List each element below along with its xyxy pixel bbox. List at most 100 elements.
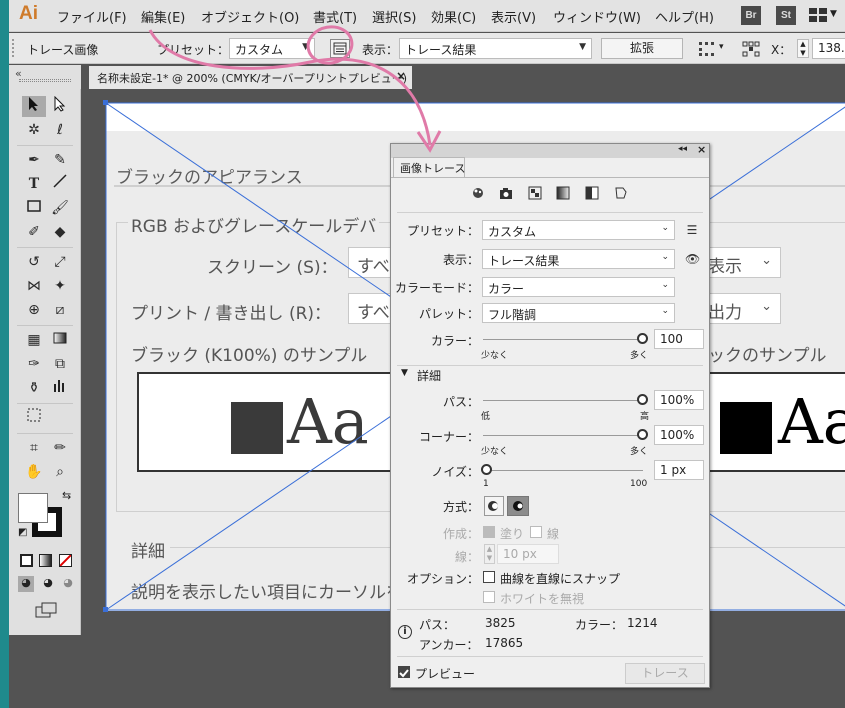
x-stepper[interactable]: ▲ ▼ xyxy=(797,39,809,58)
document-tab[interactable]: 名称未設定-1* @ 200% (CMYK/オーバープリントプレビュー) × xyxy=(89,66,412,89)
hand-tool-icon[interactable]: ✋ xyxy=(22,462,46,483)
perspective-grid-tool-icon[interactable]: ⧄ xyxy=(48,300,72,321)
create-fill-checkbox[interactable] xyxy=(483,526,495,538)
curvature-tool-icon[interactable]: ✎ xyxy=(48,150,72,171)
width-tool-icon[interactable]: ⋈ xyxy=(22,276,46,297)
eraser-tool-icon[interactable]: ◆ xyxy=(48,222,72,243)
panel-header[interactable]: ◂◂ × xyxy=(391,143,709,158)
stroke-width-stepper[interactable]: ▲ ▼ xyxy=(484,544,495,564)
ignore-white-checkbox[interactable] xyxy=(483,591,495,603)
trace-panel-icon[interactable] xyxy=(330,39,350,58)
panel-preset-dropdown[interactable]: カスタム ⌄ xyxy=(482,220,675,240)
menu-file[interactable]: ファイル(F) xyxy=(57,7,127,26)
toolbar-grip[interactable] xyxy=(19,79,71,82)
none-mode-icon[interactable] xyxy=(59,554,72,567)
preview-checkbox[interactable] xyxy=(398,666,410,678)
scale-tool-icon[interactable]: ⤢ xyxy=(48,252,72,273)
fill-swatch[interactable] xyxy=(18,493,48,523)
noise-input[interactable]: 1 px xyxy=(654,460,704,480)
corners-input[interactable]: 100% xyxy=(654,425,704,445)
type-tool-icon[interactable]: T xyxy=(22,174,46,195)
panel-mode-dropdown[interactable]: カラー ⌄ xyxy=(482,277,675,297)
noise-slider-track[interactable] xyxy=(483,470,643,471)
menu-select[interactable]: 選択(S) xyxy=(372,7,416,26)
paths-slider-knob[interactable] xyxy=(637,394,648,405)
create-stroke-checkbox[interactable] xyxy=(530,526,542,538)
menu-window[interactable]: ウィンドウ(W) xyxy=(553,7,641,26)
snap-checkbox[interactable] xyxy=(483,571,495,583)
artboard-tool-icon[interactable] xyxy=(22,408,46,429)
draw-normal-icon[interactable]: ◕ xyxy=(18,576,34,592)
draw-inside-icon[interactable]: ◕ xyxy=(60,576,76,592)
preset-dropdown[interactable]: カスタム ▼ xyxy=(229,38,315,59)
rectangle-tool-icon[interactable] xyxy=(22,198,46,219)
pen-tool-icon[interactable]: ✒ xyxy=(22,150,46,171)
color-input[interactable]: 100 xyxy=(654,329,704,349)
direct-selection-tool-icon[interactable] xyxy=(48,95,72,117)
eraser-pen-tool-icon[interactable]: ✏ xyxy=(48,438,72,459)
corners-slider-knob[interactable] xyxy=(637,429,648,440)
expand-button[interactable]: 拡張 xyxy=(601,38,683,59)
puppet-warp-tool-icon[interactable]: ✦ xyxy=(48,276,72,297)
preset-menu-icon[interactable]: ☰ xyxy=(685,223,699,237)
shaper-tool-icon[interactable]: ✐ xyxy=(22,222,46,243)
menu-type[interactable]: 書式(T) xyxy=(313,7,357,26)
black-white-icon[interactable] xyxy=(585,186,599,200)
slice-tool-icon[interactable]: ⌗ xyxy=(22,438,46,459)
method-overlapping-icon[interactable] xyxy=(507,496,529,516)
advanced-disclosure-icon[interactable]: ▼ xyxy=(401,368,408,378)
menu-edit[interactable]: 編集(E) xyxy=(141,7,185,26)
menu-object[interactable]: オブジェクト(O) xyxy=(201,7,299,26)
gradient-tool-icon[interactable] xyxy=(48,330,72,351)
color-mode-icon[interactable] xyxy=(20,554,33,567)
blend-tool-icon[interactable]: ⧉ xyxy=(48,354,72,375)
line-tool-icon[interactable] xyxy=(48,174,72,195)
noise-slider-knob[interactable] xyxy=(481,464,492,475)
auto-color-icon[interactable] xyxy=(471,186,485,200)
magic-wand-tool-icon[interactable]: ✲ xyxy=(22,120,46,141)
swap-fill-stroke-icon[interactable]: ⇆ xyxy=(62,489,71,502)
menu-help[interactable]: ヘルプ(H) xyxy=(655,7,714,26)
close-icon[interactable]: × xyxy=(396,69,406,83)
grip-handle[interactable] xyxy=(12,39,16,57)
menu-view[interactable]: 表示(V) xyxy=(491,7,536,26)
x-field[interactable]: 138.9 xyxy=(812,38,845,59)
method-abutting-icon[interactable] xyxy=(484,496,504,516)
zoom-tool-icon[interactable]: ⌕ xyxy=(48,462,72,483)
corners-slider-track[interactable] xyxy=(483,435,643,436)
workspace-grid-icon[interactable] xyxy=(809,8,827,22)
paths-slider-track[interactable] xyxy=(483,400,643,401)
advanced-label[interactable]: 詳細 xyxy=(417,367,441,384)
eyedropper-tool-icon[interactable]: ✑ xyxy=(22,354,46,375)
stroke-width-input[interactable]: 10 px xyxy=(497,544,559,564)
low-color-icon[interactable] xyxy=(528,186,542,200)
symbol-sprayer-tool-icon[interactable]: ⚱ xyxy=(22,378,46,399)
menu-effect[interactable]: 効果(C) xyxy=(431,7,476,26)
color-slider-knob[interactable] xyxy=(637,333,648,344)
gradient-mode-icon[interactable] xyxy=(39,554,52,567)
workspace-chevron-down-icon[interactable]: ▼ xyxy=(830,9,837,19)
high-color-icon[interactable] xyxy=(499,186,513,200)
panel-collapse-icon[interactable]: ◂◂ xyxy=(678,144,687,154)
default-fill-stroke-icon[interactable]: ◩ xyxy=(18,527,27,538)
paths-input[interactable]: 100% xyxy=(654,390,704,410)
draw-behind-icon[interactable]: ◕ xyxy=(40,576,56,592)
reference-point-icon[interactable] xyxy=(742,41,760,57)
outline-icon[interactable] xyxy=(614,186,628,200)
panel-view-dropdown[interactable]: トレース結果 ⌄ xyxy=(482,249,675,269)
shape-builder-tool-icon[interactable]: ⊕ xyxy=(22,300,46,321)
rotate-tool-icon[interactable]: ↺ xyxy=(22,252,46,273)
panel-close-icon[interactable]: × xyxy=(697,143,706,156)
grayscale-icon[interactable] xyxy=(556,186,570,200)
panel-palette-dropdown[interactable]: フル階調 ⌄ xyxy=(482,303,675,323)
align-icon[interactable] xyxy=(699,42,719,56)
bridge-button[interactable]: Br xyxy=(741,6,761,25)
column-graph-tool-icon[interactable] xyxy=(48,378,72,399)
mesh-tool-icon[interactable]: ▦ xyxy=(22,330,46,351)
stock-button[interactable]: St xyxy=(776,6,796,25)
align-chevron-down-icon[interactable]: ▾ xyxy=(719,42,724,52)
screen-mode-icon[interactable] xyxy=(34,601,58,619)
selection-tool-icon[interactable] xyxy=(22,96,46,117)
paintbrush-tool-icon[interactable]: 🖌 xyxy=(48,198,72,219)
trace-button[interactable]: トレース xyxy=(625,663,705,684)
